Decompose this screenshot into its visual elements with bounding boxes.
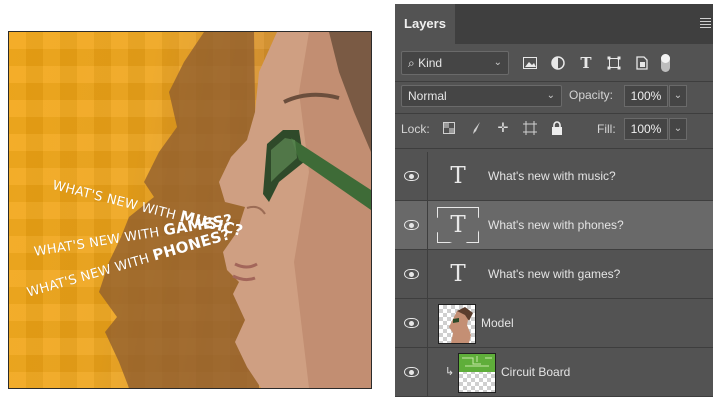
type-layer-thumbnail: T: [450, 261, 466, 287]
divider: [395, 148, 713, 149]
eye-icon: [403, 171, 419, 181]
filter-icon-group: T: [521, 51, 670, 75]
visibility-toggle[interactable]: [395, 250, 428, 298]
visibility-toggle[interactable]: [395, 201, 428, 249]
type-filter-icon[interactable]: T: [577, 54, 595, 72]
filter-toggle-switch[interactable]: [661, 54, 670, 72]
eye-icon: [403, 220, 419, 230]
smart-object-filter-icon[interactable]: [633, 54, 651, 72]
lock-label: Lock:: [401, 122, 430, 136]
panel-menu-icon[interactable]: [700, 18, 711, 28]
lock-image-icon[interactable]: [468, 120, 484, 136]
visibility-toggle[interactable]: [395, 152, 428, 200]
eye-icon: [403, 269, 419, 279]
layer-name[interactable]: Circuit Board: [501, 348, 570, 396]
chevron-down-icon: ⌄: [493, 57, 502, 68]
layers-panel: Layers ⌕ Kind ⌄ T Normal ⌄ Opacity: 100%…: [395, 4, 713, 397]
opacity-label: Opacity:: [569, 88, 614, 102]
adjustment-filter-icon[interactable]: [549, 54, 567, 72]
search-icon: ⌕: [408, 56, 415, 70]
opacity-dropdown-button[interactable]: ⌄: [669, 85, 687, 107]
visibility-toggle[interactable]: [395, 348, 428, 396]
clipping-mask-arrow-icon: ↳: [445, 366, 455, 378]
chevron-down-icon: ⌄: [546, 90, 555, 101]
shape-filter-icon[interactable]: [605, 54, 623, 72]
divider: [395, 81, 713, 82]
fill-label: Fill:: [597, 122, 616, 136]
document-canvas[interactable]: WHAT'S NEW WITH MUSIC? WHAT'S NEW WITH G…: [8, 31, 372, 389]
fill-dropdown-button[interactable]: ⌄: [669, 118, 687, 140]
layer-row-selected[interactable]: T What's new with phones?: [395, 201, 713, 250]
type-layer-thumbnail: T: [450, 163, 466, 189]
lock-fill-row: Lock: ✛ Fill: 100% ⌄: [401, 118, 709, 142]
model-layer-thumbnail: [438, 304, 476, 344]
eye-icon: [403, 318, 419, 328]
fill-input[interactable]: 100%: [624, 118, 668, 140]
type-layer-thumbnail: T: [437, 207, 479, 243]
layer-name[interactable]: What's new with music?: [488, 152, 616, 200]
lock-icon-group: ✛: [441, 120, 565, 136]
lock-transparent-icon[interactable]: [441, 120, 457, 136]
chevron-down-icon: ⌄: [673, 123, 683, 134]
layer-list: T What's new with music? T What's new wi…: [395, 152, 713, 397]
blend-mode-value: Normal: [408, 89, 447, 103]
filter-kind-label: Kind: [418, 56, 443, 70]
layer-row[interactable]: T What's new with music?: [395, 152, 713, 201]
divider: [395, 113, 713, 114]
blend-opacity-row: Normal ⌄ Opacity: 100% ⌄: [401, 85, 709, 109]
visibility-toggle[interactable]: [395, 299, 428, 347]
filter-kind-select[interactable]: ⌕ Kind ⌄: [401, 51, 509, 75]
image-filter-icon[interactable]: [521, 54, 539, 72]
layer-filter-row: ⌕ Kind ⌄ T: [401, 51, 709, 77]
opacity-input[interactable]: 100%: [624, 85, 668, 107]
layer-name[interactable]: What's new with games?: [488, 250, 620, 298]
lock-artboard-icon[interactable]: [522, 120, 538, 136]
lock-all-icon[interactable]: [549, 120, 565, 136]
tab-layers[interactable]: Layers: [395, 4, 455, 44]
layer-name[interactable]: Model: [481, 299, 514, 347]
layer-row[interactable]: T What's new with games?: [395, 250, 713, 299]
circuit-board-layer-thumbnail: [458, 353, 496, 393]
lock-position-icon[interactable]: ✛: [495, 120, 511, 136]
panel-tab-bar: Layers: [395, 4, 713, 44]
layer-row[interactable]: Model: [395, 299, 713, 348]
eye-icon: [403, 367, 419, 377]
chevron-down-icon: ⌄: [673, 90, 683, 101]
layer-name[interactable]: What's new with phones?: [488, 201, 624, 249]
blend-mode-select[interactable]: Normal ⌄: [401, 85, 562, 107]
